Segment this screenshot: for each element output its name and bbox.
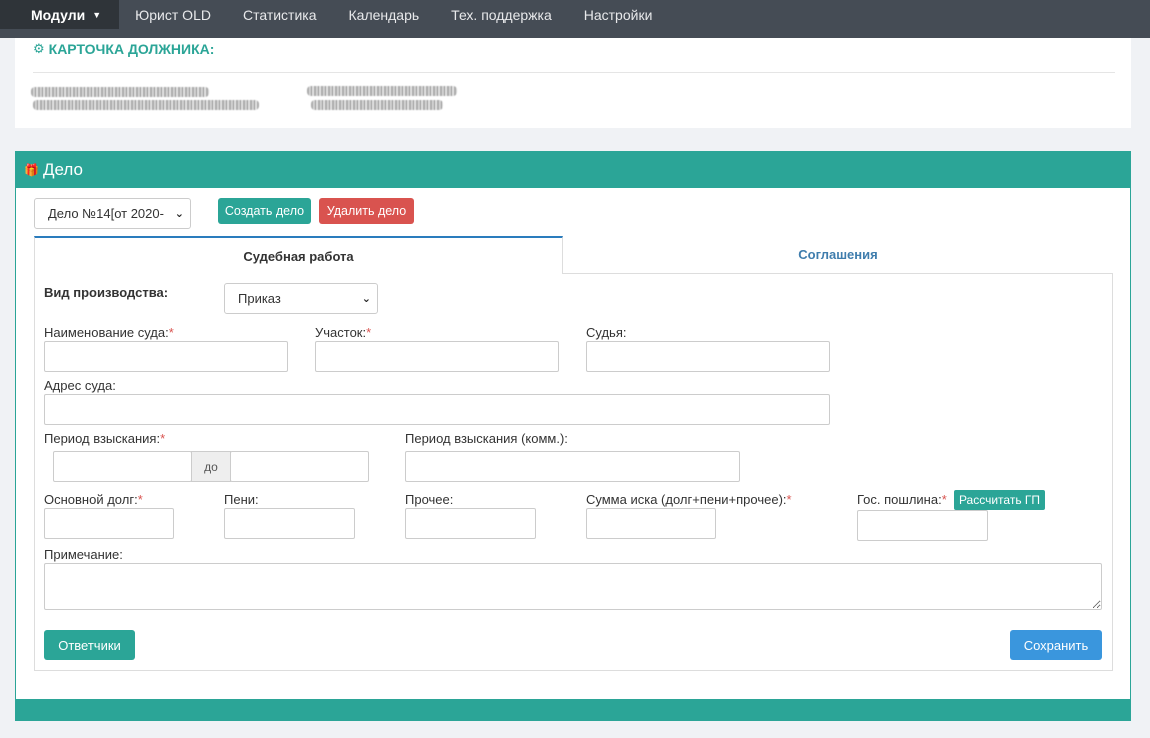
redacted-text [307, 86, 457, 96]
proceeding-type-value: Приказ [238, 291, 281, 306]
main-debt-input[interactable] [44, 508, 174, 539]
period-comment-input[interactable] [405, 451, 740, 482]
redacted-text [31, 87, 209, 97]
period-to-input[interactable] [230, 451, 369, 482]
case-panel-title: Дело [42, 160, 83, 179]
proceeding-type-label: Вид производства: [44, 285, 169, 300]
nav-support[interactable]: Тех. поддержка [435, 0, 568, 29]
chevron-down-icon: ▼ [92, 9, 102, 20]
state-fee-label: Гос. пошлина:* [857, 492, 947, 507]
chevron-down-icon: ⌄ [361, 293, 371, 305]
state-fee-input[interactable] [857, 510, 988, 541]
tab-agreements[interactable]: Соглашения [563, 236, 1113, 274]
note-textarea[interactable] [44, 563, 1102, 610]
court-work-form: Вид производства: Приказ ⌄ Наименование … [34, 274, 1113, 671]
nav-modules[interactable]: Модули ▼ [0, 0, 120, 29]
divider [33, 72, 1115, 73]
period-to-addon: до [191, 451, 231, 482]
tab-court-work[interactable]: Судебная работа [34, 236, 563, 274]
defendants-button[interactable]: Ответчики [44, 630, 135, 660]
case-select-value: Дело №14[от 2020- [48, 206, 164, 221]
nav-lawyer-old[interactable]: Юрист OLD [119, 0, 227, 29]
district-label: Участок:* [315, 325, 372, 340]
nav-statistics[interactable]: Статистика [227, 0, 333, 29]
penalty-label: Пени: [224, 492, 259, 507]
case-select[interactable]: Дело №14[от 2020- ⌄ [34, 198, 191, 229]
court-address-input[interactable] [44, 394, 830, 425]
period-label: Период взыскания:* [44, 431, 166, 446]
gears-icon: ⚙ [33, 41, 45, 56]
other-input[interactable] [405, 508, 536, 539]
district-input[interactable] [315, 341, 559, 372]
court-name-label: Наименование суда:* [44, 325, 174, 340]
calculate-fee-button[interactable]: Рассчитать ГП [954, 490, 1045, 510]
top-navbar: Модули ▼ Юрист OLD Статистика Календарь … [0, 0, 1150, 38]
judge-label: Судья: [586, 325, 627, 340]
period-from-input[interactable] [53, 451, 192, 482]
nav-settings[interactable]: Настройки [568, 0, 669, 29]
create-case-button[interactable]: Создать дело [218, 198, 311, 224]
redacted-text [311, 100, 443, 110]
other-label: Прочее: [405, 492, 454, 507]
court-address-label: Адрес суда: [44, 378, 116, 393]
case-panel-footer [15, 699, 1131, 721]
delete-case-button[interactable]: Удалить дело [319, 198, 414, 224]
main-debt-label: Основной долг:* [44, 492, 143, 507]
redacted-text [33, 100, 259, 110]
penalty-input[interactable] [224, 508, 355, 539]
judge-input[interactable] [586, 341, 830, 372]
period-comment-label: Период взыскания (комм.): [405, 431, 568, 446]
nav-modules-label: Модули [31, 6, 86, 23]
nav-calendar[interactable]: Календарь [333, 0, 436, 29]
claim-sum-input[interactable] [586, 508, 716, 539]
save-button[interactable]: Сохранить [1010, 630, 1102, 660]
proceeding-type-select[interactable]: Приказ ⌄ [224, 283, 378, 314]
claim-sum-label: Сумма иска (долг+пени+прочее):* [586, 492, 792, 507]
debtor-card: ⚙ КАРТОЧКА ДОЛЖНИКА: [15, 38, 1131, 128]
gift-icon: 🎁 [24, 163, 39, 177]
case-panel: 🎁 Дело Дело №14[от 2020- ⌄ Создать дело … [15, 151, 1131, 721]
note-label: Примечание: [44, 547, 123, 562]
chevron-down-icon: ⌄ [174, 208, 184, 220]
case-panel-header: 🎁 Дело [16, 152, 1130, 188]
debtor-card-title: ⚙ КАРТОЧКА ДОЛЖНИКА: [33, 41, 214, 57]
court-name-input[interactable] [44, 341, 288, 372]
debtor-card-title-text: КАРТОЧКА ДОЛЖНИКА: [48, 41, 215, 57]
